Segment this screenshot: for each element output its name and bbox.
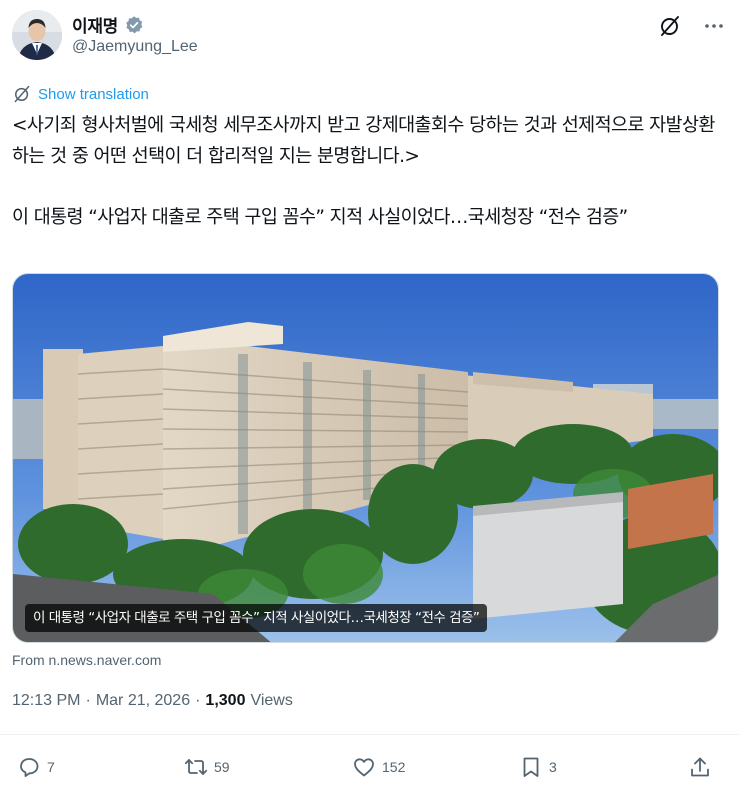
link-card-image[interactable] xyxy=(12,273,719,643)
share-icon xyxy=(691,757,709,777)
link-source[interactable]: From n.news.naver.com xyxy=(12,652,161,668)
media-caption: 이 대통령 “사업자 대출로 주택 구입 꼼수” 지적 사실이었다…국세청장 “… xyxy=(25,604,488,632)
like-button[interactable]: 152 xyxy=(352,755,405,779)
verified-badge-icon xyxy=(124,15,144,35)
bookmark-count: 3 xyxy=(549,759,557,775)
bookmark-button[interactable]: 3 xyxy=(519,755,557,779)
tweet-date[interactable]: Mar 21, 2026 xyxy=(96,692,190,710)
retweet-count: 59 xyxy=(214,759,230,775)
separator-dot: · xyxy=(85,692,91,709)
show-translation-link[interactable]: Show translation xyxy=(12,84,149,104)
views-count: 1,300 xyxy=(205,692,246,709)
display-name[interactable]: 이재명 xyxy=(72,12,118,37)
reply-icon xyxy=(20,758,39,777)
apartment-photo xyxy=(13,274,718,642)
avatar[interactable] xyxy=(12,10,62,60)
retweet-icon xyxy=(184,759,208,775)
separator-dot: · xyxy=(195,692,201,709)
translate-label: Show translation xyxy=(38,85,149,103)
grok-icon[interactable] xyxy=(658,14,682,38)
views-label: Views xyxy=(250,692,293,709)
retweet-button[interactable]: 59 xyxy=(184,755,230,779)
tweet-meta: 12:13 PM · Mar 21, 2026 · 1,300 Views xyxy=(12,692,293,710)
share-button[interactable] xyxy=(688,755,712,779)
tweet-text: <사기죄 형사처벌에 국세청 세무조사까지 받고 강제대출회수 당하는 것과 선… xyxy=(12,115,715,228)
reply-button[interactable]: 7 xyxy=(17,755,55,779)
like-count: 152 xyxy=(382,759,406,775)
more-icon[interactable] xyxy=(702,14,726,38)
divider xyxy=(0,734,740,735)
tweet-time[interactable]: 12:13 PM xyxy=(12,692,80,710)
like-icon xyxy=(354,758,374,777)
tweet-header: 이재명 @Jaemyung_Lee xyxy=(12,10,728,62)
name-row: 이재명 xyxy=(72,12,144,37)
translate-icon xyxy=(14,85,30,103)
avatar-image xyxy=(12,10,62,60)
bookmark-icon xyxy=(523,757,539,777)
reply-count: 7 xyxy=(47,759,55,775)
user-handle[interactable]: @Jaemyung_Lee xyxy=(72,38,198,56)
action-bar: 7 59 152 3 xyxy=(0,755,740,785)
